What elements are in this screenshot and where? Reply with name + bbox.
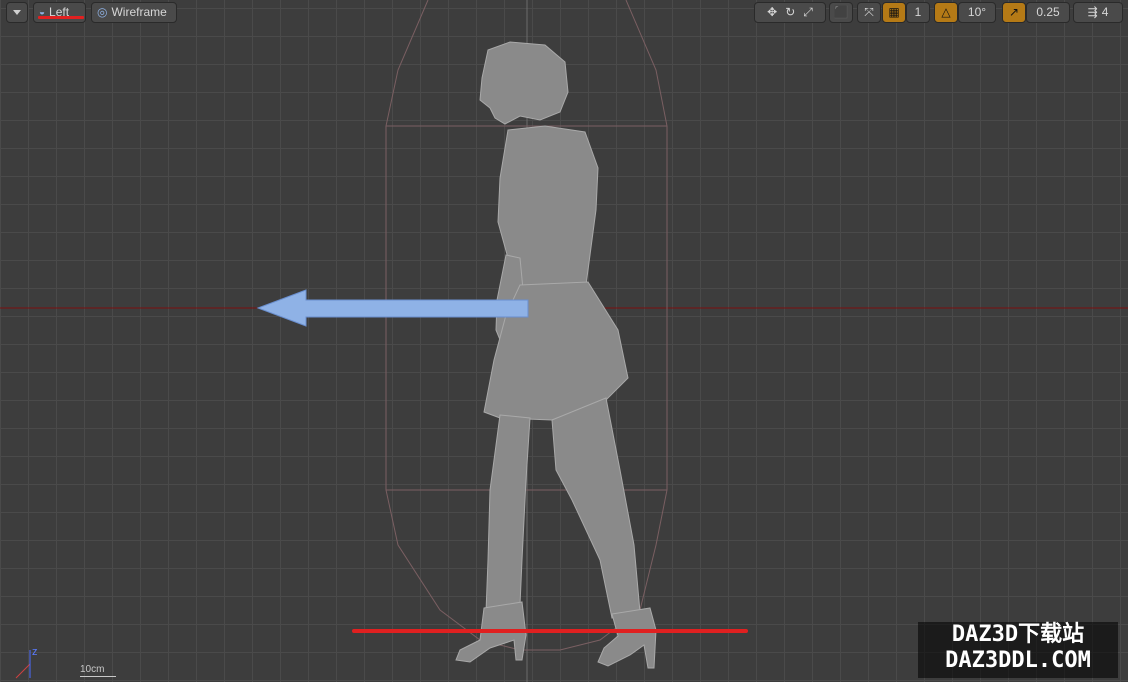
render-mode-button[interactable]: ◎ Wireframe [91,2,177,23]
view-mode-button[interactable]: ◒ Left [33,2,86,23]
scale-arrow-icon: ↗ [1008,5,1020,19]
rotation-snap-dropdown[interactable]: 10° [958,2,996,23]
viewport[interactable]: ◒ Left ◎ Wireframe ✥ ↻ ⤢ ⬛ ⤧ ▦ 1 △ 10° ↗… [0,0,1128,682]
axis-z-label: z [32,646,38,658]
scale-label: 10cm [80,664,105,675]
character-wireframe [455,41,657,669]
scene-canvas[interactable] [0,0,1128,682]
wireframe-icon: ◎ [97,5,108,19]
camera-speed-button[interactable]: ⇶ 4 [1073,2,1123,23]
axis-gizmo-x [15,663,31,679]
scale-snap-dropdown[interactable]: 0.25 [1026,2,1070,23]
snap-icon: ⤧ [864,5,874,19]
scale-icon[interactable]: ⤢ [803,2,813,23]
render-mode-label: Wireframe [111,5,167,19]
camera-speed-icon: ⇶ [1087,5,1098,19]
camera-speed-value: 4 [1101,5,1109,19]
surface-snap-button[interactable]: ⤧ [857,2,881,23]
forward-arrow [256,289,529,327]
grid-size-value: 1 [914,5,922,19]
view-mode-label: Left [49,5,70,19]
watermark-line1: DAZ3D下载站 [951,622,1085,647]
watermark-line2: DAZ3DDL.COM [945,648,1091,673]
move-icon[interactable]: ✥ [767,2,777,23]
chevron-down-icon [13,10,21,15]
grid-size-dropdown[interactable]: 1 [906,2,930,23]
scale-snap-toggle[interactable]: ↗ [1002,2,1026,23]
rotate-icon[interactable]: ↻ [785,2,795,23]
coordinate-space-button[interactable]: ⬛ [829,2,853,23]
grid-icon: ▦ [888,5,900,19]
grid-snap-toggle[interactable]: ▦ [882,2,906,23]
rotation-snap-value: 10° [967,5,987,19]
watermark: DAZ3D下载站 DAZ3DDL.COM [918,622,1118,678]
view-mode-annotation [38,16,84,19]
scale-snap-value: 0.25 [1036,5,1060,19]
transform-tools[interactable]: ✥ ↻ ⤢ [754,2,826,23]
cube-icon: ⬛ [833,5,849,19]
rotation-snap-toggle[interactable]: △ [934,2,958,23]
viewport-options-button[interactable] [6,2,28,23]
camera-view-icon: ◒ [39,7,46,18]
scale-bar [80,676,116,677]
angle-icon: △ [941,5,951,19]
